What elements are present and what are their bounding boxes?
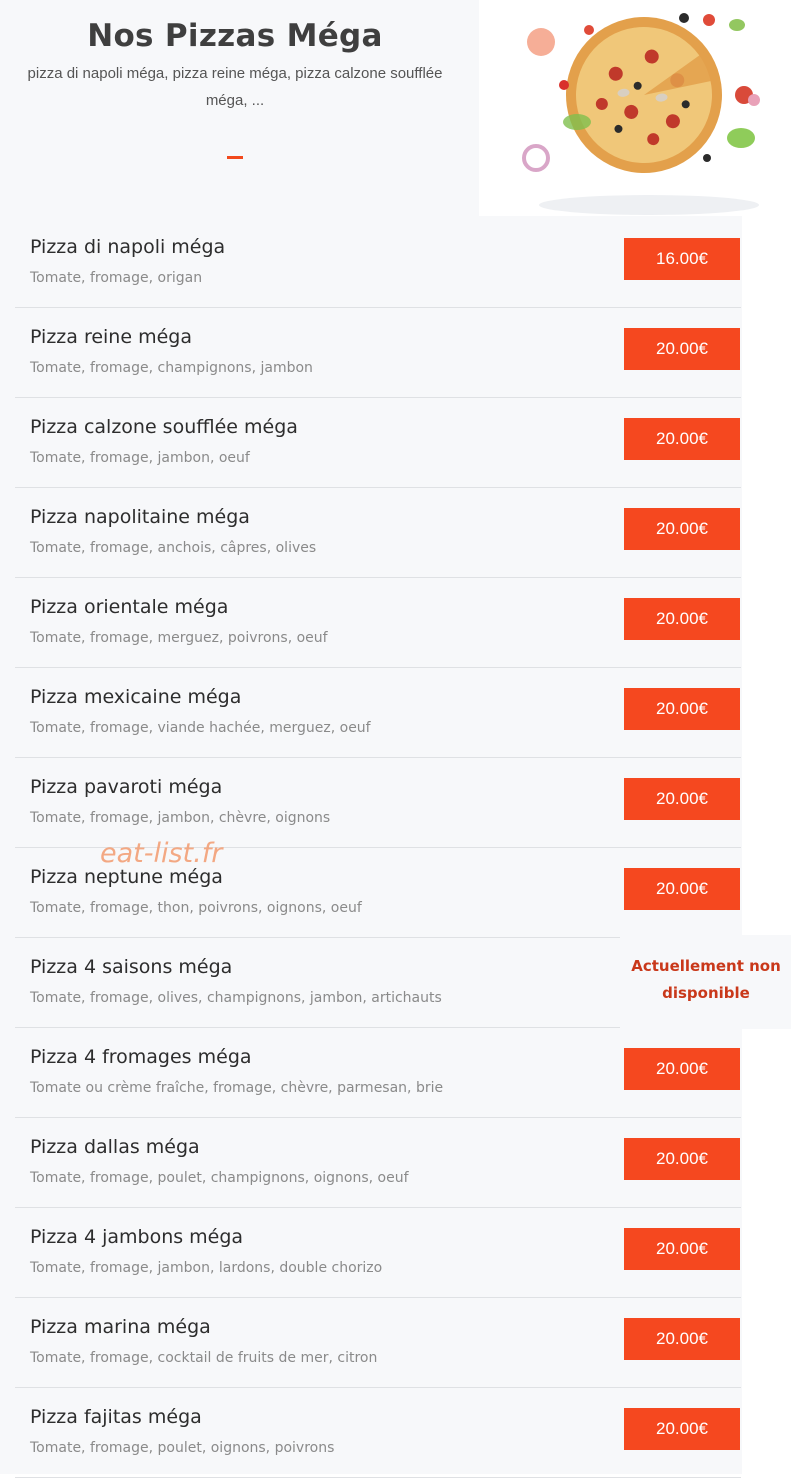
menu-item: Pizza pavaroti méga Tomate, fromage, jam… [15,758,741,848]
menu-item: Pizza di napoli méga Tomate, fromage, or… [15,218,741,308]
item-description: Tomate, fromage, jambon, oeuf [30,450,250,466]
price-button[interactable]: 20.00€ [624,688,740,730]
item-description: Tomate, fromage, jambon, chèvre, oignons [30,810,331,826]
menu-item: Pizza 4 jambons méga Tomate, fromage, ja… [15,1208,741,1298]
menu-item: Pizza 4 fromages méga Tomate ou crème fr… [15,1028,741,1118]
item-name: Pizza reine méga [30,326,192,348]
price-button[interactable]: 20.00€ [624,418,740,460]
item-name: Pizza marina méga [30,1316,211,1338]
unavailable-line: Actuellement non [631,957,781,975]
item-name: Pizza napolitaine méga [30,506,250,528]
price-button[interactable]: 20.00€ [624,1048,740,1090]
item-name: Pizza calzone soufflée méga [30,416,298,438]
item-name: Pizza orientale méga [30,596,229,618]
item-description: Tomate ou crème fraîche, fromage, chèvre… [30,1080,444,1096]
menu-item: Pizza orientale méga Tomate, fromage, me… [15,578,741,668]
unavailable-line: disponible [662,984,750,1002]
item-description: Tomate, fromage, poulet, oignons, poivro… [30,1440,335,1456]
price-button[interactable]: 20.00€ [624,1408,740,1450]
item-description: Tomate, fromage, merguez, poivrons, oeuf [30,630,328,646]
watermark: eat-list.fr [100,838,223,869]
item-name: Pizza neptune méga [30,866,223,888]
price-button[interactable]: 20.00€ [624,1318,740,1360]
menu-item: Pizza mexicaine méga Tomate, fromage, vi… [15,668,741,758]
menu-item: Pizza marina méga Tomate, fromage, cockt… [15,1298,741,1388]
menu-item: Pizza calzone soufflée méga Tomate, from… [15,398,741,488]
price-button[interactable]: 16.00€ [624,238,740,280]
item-name: Pizza 4 jambons méga [30,1226,244,1248]
item-name: Pizza fajitas méga [30,1406,202,1428]
item-name: Pizza pavaroti méga [30,776,223,798]
item-description: Tomate, fromage, origan [30,270,203,286]
price-button[interactable]: 20.00€ [624,868,740,910]
page-title: Nos Pizzas Méga [87,18,383,54]
item-name: Pizza di napoli méga [30,236,226,258]
price-button[interactable]: 20.00€ [624,598,740,640]
item-description: Tomate, fromage, cocktail de fruits de m… [30,1350,378,1366]
item-description: Tomate, fromage, viande hachée, merguez,… [30,720,371,736]
price-button[interactable]: 20.00€ [624,508,740,550]
item-name: Pizza 4 saisons méga [30,956,233,978]
unavailable-label: Actuellement non disponible [620,935,791,1029]
menu-item: Pizza dallas méga Tomate, fromage, poule… [15,1118,741,1208]
menu-item: Pizza reine méga Tomate, fromage, champi… [15,308,741,398]
price-button[interactable]: 20.00€ [624,1228,740,1270]
item-description: Tomate, fromage, jambon, lardons, double… [30,1260,383,1276]
menu-item: Pizza fajitas méga Tomate, fromage, poul… [15,1388,741,1478]
menu-item: Pizza napolitaine méga Tomate, fromage, … [15,488,741,578]
item-description: Tomate, fromage, anchois, câpres, olives [30,540,317,556]
item-name: Pizza mexicaine méga [30,686,242,708]
item-description: Tomate, fromage, olives, champignons, ja… [30,990,442,1006]
menu-item: Pizza 4 saisons méga Tomate, fromage, ol… [15,935,791,1029]
hero-pizza-image [479,0,791,216]
accent-divider [227,156,243,159]
item-description: Tomate, fromage, poulet, champignons, oi… [30,1170,409,1186]
pizza-illustration [522,13,760,215]
price-button[interactable]: 20.00€ [624,778,740,820]
item-description: Tomate, fromage, champignons, jambon [30,360,313,376]
price-button[interactable]: 20.00€ [624,1138,740,1180]
item-name: Pizza dallas méga [30,1136,200,1158]
page-subtitle: pizza di napoli méga, pizza reine méga, … [27,65,443,109]
price-button[interactable]: 20.00€ [624,328,740,370]
item-description: Tomate, fromage, thon, poivrons, oignons… [30,900,362,916]
item-name: Pizza 4 fromages méga [30,1046,252,1068]
